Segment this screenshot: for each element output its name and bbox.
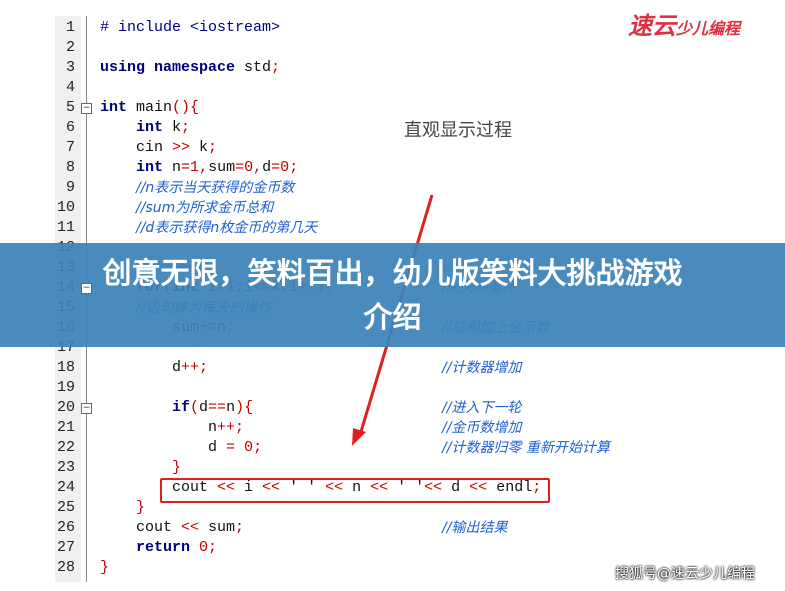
banner-title-line1: 创意无限，笑料百出，幼儿版笑料大挑战游戏: [102, 256, 683, 290]
fold-toggle-icon[interactable]: −: [81, 103, 92, 114]
brand-logo: 速云少儿编程: [628, 11, 741, 40]
fold-toggle-icon[interactable]: −: [81, 403, 92, 414]
annotation-label: 直观显示过程: [404, 120, 512, 141]
banner-title-line2: 介绍: [363, 300, 422, 334]
fold-toggle-icon[interactable]: −: [81, 283, 92, 294]
title-banner: 创意无限，笑料百出，幼儿版笑料大挑战游戏 介绍: [0, 243, 785, 347]
watermark: 搜狐号@速云少儿编程: [615, 566, 755, 582]
